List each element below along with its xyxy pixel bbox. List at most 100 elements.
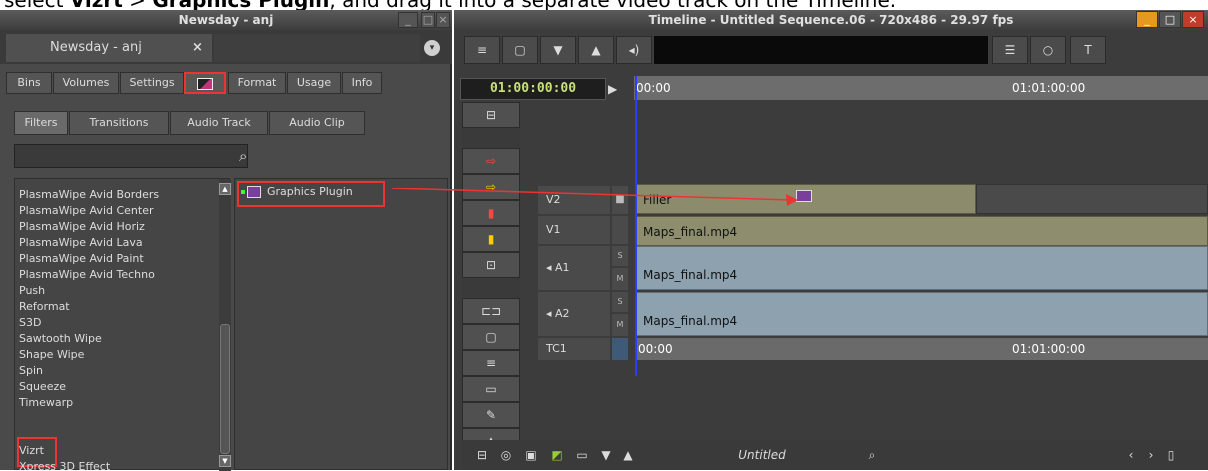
list-item[interactable]: PlasmaWipe Avid Horiz: [19, 219, 145, 235]
search-input[interactable]: ⌕: [14, 144, 248, 168]
tab-info[interactable]: Info: [342, 72, 382, 94]
list-item[interactable]: Shape Wipe: [19, 347, 84, 363]
zoom-icon[interactable]: ▯: [1162, 444, 1180, 466]
audio-speaker-icon[interactable]: ◂): [616, 36, 652, 64]
scroll-thumb[interactable]: [220, 324, 230, 454]
track-v1-monitor[interactable]: [612, 216, 628, 244]
effects-icon: [197, 78, 213, 90]
list-item[interactable]: Xpress 3D Effect: [19, 459, 110, 471]
list-item[interactable]: PlasmaWipe Avid Techno: [19, 267, 155, 283]
list-item[interactable]: Spin: [19, 363, 43, 379]
bin-tab[interactable]: Newsday - anj: [6, 34, 212, 62]
extract-icon[interactable]: ▮: [462, 226, 520, 252]
monitor-small-icon[interactable]: ▢: [462, 324, 520, 350]
track-v1[interactable]: V1: [538, 216, 610, 244]
subtab-transitions[interactable]: Transitions: [69, 111, 169, 135]
track-a2-mute[interactable]: M: [612, 314, 628, 336]
list-item[interactable]: Squeeze: [19, 379, 66, 395]
tab-format[interactable]: Format: [228, 72, 286, 94]
close-tab-icon[interactable]: ×: [192, 40, 203, 55]
list-item[interactable]: S3D: [19, 315, 41, 331]
tab-bins[interactable]: Bins: [6, 72, 52, 94]
drag-arrow-icon: [392, 188, 798, 206]
bullet-icon: [241, 190, 245, 194]
pen-icon[interactable]: ✎: [462, 402, 520, 428]
frame-icon[interactable]: ⊡: [462, 252, 520, 278]
down-icon[interactable]: ▼: [596, 444, 616, 466]
target-icon[interactable]: ◎: [496, 444, 516, 466]
track-a1-solo[interactable]: S: [612, 246, 628, 266]
list-item[interactable]: Push: [19, 283, 45, 299]
subtab-audio-track[interactable]: Audio Track: [170, 111, 268, 135]
display-icon[interactable]: ▣: [520, 444, 542, 466]
color-icon[interactable]: ◩: [546, 444, 568, 466]
track-a1[interactable]: ◂ A1: [538, 246, 610, 290]
settings-sliders-icon[interactable]: ≡: [464, 36, 500, 64]
maximize-button[interactable]: □: [1159, 11, 1181, 28]
list-item[interactable]: Reformat: [19, 299, 70, 315]
timeline-window: Timeline - Untitled Sequence.06 - 720x48…: [454, 10, 1208, 470]
search-icon[interactable]: ⌕: [862, 444, 882, 466]
tab-volumes[interactable]: Volumes: [53, 72, 119, 94]
track-a1-mute[interactable]: M: [612, 268, 628, 290]
panel-toggle-icon[interactable]: ⊟: [472, 444, 492, 466]
close-button[interactable]: ×: [1182, 11, 1204, 28]
track-a2[interactable]: ◂ A2: [538, 292, 610, 336]
subtab-filters[interactable]: Filters: [14, 111, 68, 135]
screen-icon[interactable]: ▭: [572, 444, 592, 466]
tab-empty-area: [214, 34, 420, 62]
v1-clip[interactable]: Maps_final.mp4: [636, 216, 1208, 246]
record-circle-icon[interactable]: ○: [1030, 36, 1066, 64]
link-icon[interactable]: ⊏⊐: [462, 298, 520, 324]
segment-icon[interactable]: ▭: [462, 376, 520, 402]
splice-in-icon[interactable]: ⇨: [462, 148, 520, 174]
toggle-source-icon[interactable]: ⊟: [462, 102, 520, 128]
menu-list-icon[interactable]: ☰: [992, 36, 1028, 64]
tab-menu-icon[interactable]: ▾: [424, 40, 440, 56]
list-item[interactable]: PlasmaWipe Avid Borders: [19, 187, 159, 203]
playhead[interactable]: [635, 76, 637, 376]
sequence-name[interactable]: Untitled: [732, 444, 792, 466]
scrollbar[interactable]: ▲ ▼: [219, 179, 231, 471]
play-icon[interactable]: ▶: [608, 82, 617, 96]
monitor-icon[interactable]: ▢: [502, 36, 538, 64]
filter-category-list[interactable]: PlasmaWipe Avid Borders PlasmaWipe Avid …: [14, 178, 231, 471]
list-item[interactable]: Timewarp: [19, 395, 73, 411]
subtab-audio-clip[interactable]: Audio Clip: [269, 111, 365, 135]
scroll-down-icon[interactable]: ▼: [219, 455, 231, 467]
effect-list[interactable]: Graphics Plugin: [234, 178, 448, 470]
a2-clip[interactable]: Maps_final.mp4: [636, 292, 1208, 336]
list-item[interactable]: Sawtooth Wipe: [19, 331, 102, 347]
ruler-end: 01:01:00:00: [1012, 81, 1086, 95]
search-icon[interactable]: ⌕: [239, 147, 247, 165]
track-tc1[interactable]: TC1: [538, 338, 610, 360]
title-tool-icon[interactable]: T: [1070, 36, 1106, 64]
back-icon[interactable]: ‹: [1122, 444, 1140, 466]
scroll-up-icon[interactable]: ▲: [219, 183, 231, 195]
minimize-button[interactable]: _: [1136, 11, 1158, 28]
a1-clip[interactable]: Maps_final.mp4: [636, 246, 1208, 290]
sliders-icon[interactable]: ≡: [462, 350, 520, 376]
timeline-ruler[interactable]: 00:00 01:01:00:00: [634, 76, 1208, 100]
minimize-button[interactable]: _: [398, 12, 418, 28]
timecode-track[interactable]: 00:00 01:01:00:00: [636, 338, 1208, 360]
graphics-plugin-item[interactable]: Graphics Plugin: [267, 185, 353, 198]
down-arrow-icon[interactable]: ▼: [540, 36, 576, 64]
up-arrow-icon[interactable]: ▲: [578, 36, 614, 64]
v2-empty-track[interactable]: [976, 184, 1208, 214]
maximize-button[interactable]: □: [421, 12, 435, 28]
list-item[interactable]: PlasmaWipe Avid Center: [19, 203, 154, 219]
timeline-tool-column: ⊟ ⇨ ⇨ ▮ ▮ ⊡ ⊏⊐ ▢ ≡ ▭ ✎ ▲: [462, 102, 520, 470]
track-a2-solo[interactable]: S: [612, 292, 628, 312]
up-icon[interactable]: ▲: [618, 444, 638, 466]
timecode-display[interactable]: 01:00:00:00: [460, 78, 606, 100]
forward-icon[interactable]: ›: [1142, 444, 1160, 466]
tab-effects[interactable]: [184, 72, 226, 94]
track-tc1-select[interactable]: [612, 338, 628, 360]
close-button[interactable]: ×: [436, 12, 450, 28]
tab-usage[interactable]: Usage: [287, 72, 341, 94]
list-item[interactable]: PlasmaWipe Avid Lava: [19, 235, 143, 251]
list-item-vizrt[interactable]: Vizrt: [19, 443, 44, 459]
list-item[interactable]: PlasmaWipe Avid Paint: [19, 251, 144, 267]
tab-settings[interactable]: Settings: [120, 72, 184, 94]
